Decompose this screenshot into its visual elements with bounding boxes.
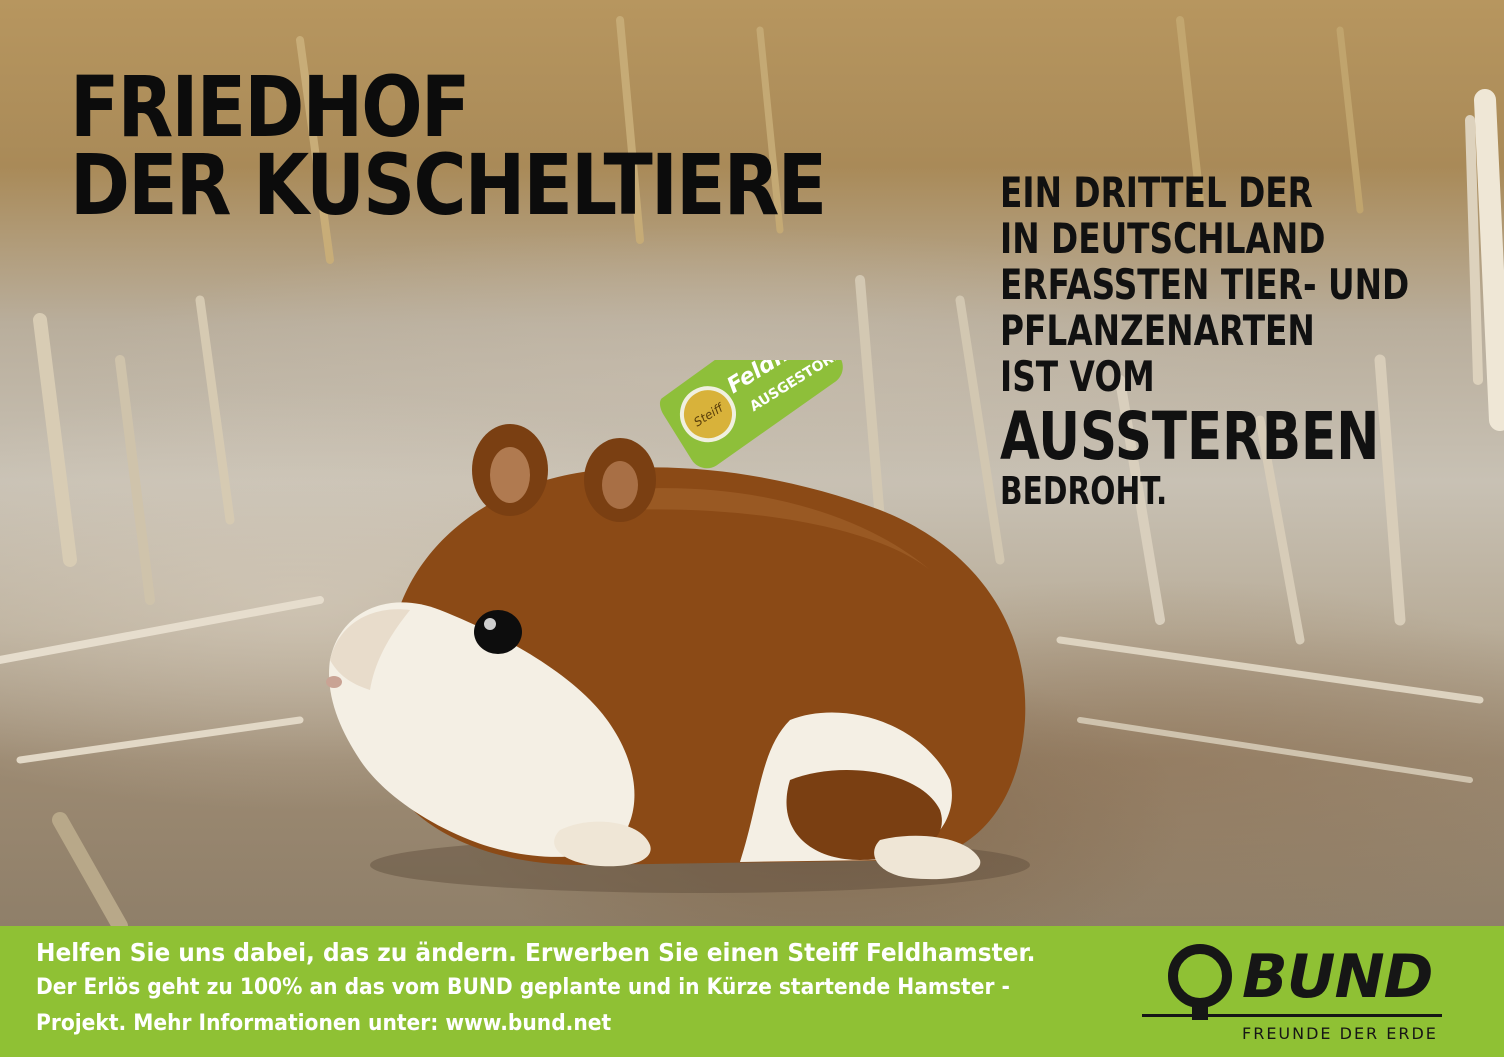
statement-line-5: IST VOM [1000,352,1155,401]
poster: FRIEDHOF DER KUSCHELTIERE EIN DRITTEL DE… [0,0,1504,1057]
statement-line-2: IN DEUTSCHLAND [1000,214,1326,263]
statement-line-4: PFLANZENARTEN [1000,306,1315,355]
statement-line-1: EIN DRITTEL DER [1000,168,1313,217]
statement-line-3: ERFASSTEN TIER- UND [1000,260,1410,309]
statement-end: BEDROHT. [1000,469,1168,513]
plush-hamster-illustration: Steiff Feldhamster AUSGESTORBEN ® [326,360,1030,893]
statement-emphasis: AUSSTERBEN [1000,398,1380,475]
footer-bar: Helfen Sie uns dabei, das zu ändern. Erw… [0,926,1504,1057]
headline-line-2: DER KUSCHELTIERE [70,136,827,234]
extinction-statement: EIN DRITTEL DER IN DEUTSCHLAND ERFASSTEN… [1000,168,1410,513]
headline-line-1: FRIEDHOF [70,58,470,156]
bund-ring-logo-icon [1168,944,1232,1020]
logo-tagline: FREUNDE DER ERDE [1242,1024,1438,1043]
cta-info: Der Erlös geht zu 100% an das vom BUND g… [36,975,1010,1036]
headline: FRIEDHOF DER KUSCHELTIERE [70,58,827,234]
bund-logo: BUND FREUNDE DER ERDE [1140,936,1480,1054]
cta-lead: Helfen Sie uns dabei, das zu ändern. Erw… [36,938,1036,967]
call-to-action: Helfen Sie uns dabei, das zu ändern. Erw… [36,936,1146,1042]
logo-brand: BUND [1242,942,1433,1012]
logo-divider [1142,1014,1442,1017]
